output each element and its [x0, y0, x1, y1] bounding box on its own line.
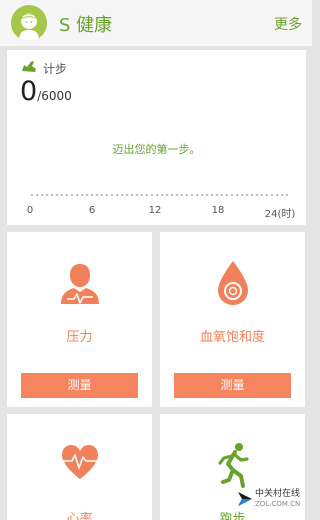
heart-rate-tile[interactable]: 心率	[7, 414, 152, 520]
timeline-tick-label: 12	[148, 205, 162, 216]
steps-message: 迈出您的第一步。	[112, 143, 201, 156]
stress-label: 压力	[66, 330, 93, 345]
timeline-tick-label: 6	[88, 205, 96, 216]
steps-goal: /6000	[37, 89, 72, 103]
steps-label: 计步	[43, 62, 68, 76]
spo2-measure-button[interactable]: 测量	[174, 373, 291, 398]
steps-current-value: 0	[20, 76, 38, 107]
timeline-tick-label: 0	[26, 205, 34, 216]
spo2-tile[interactable]: 血氧饱和度 测量	[160, 232, 305, 407]
shoe-icon	[22, 61, 36, 72]
steps-card[interactable]: 计步 0/6000 迈出您的第一步。 0 6 12 18 24(时)	[7, 50, 306, 225]
heart-rate-label: 心率	[66, 512, 93, 520]
more-menu-button[interactable]: 更多	[274, 14, 302, 34]
timeline-tick-label: 18	[211, 205, 225, 216]
avatar-face-icon	[11, 5, 47, 41]
heart-icon	[61, 445, 98, 479]
app-header: S 健康 更多	[0, 0, 312, 46]
profile-avatar[interactable]	[11, 5, 47, 41]
zol-watermark: 中关村在线 ZOL.COM.CN	[237, 485, 309, 515]
steps-count: 0/6000	[20, 77, 72, 111]
watermark-url: ZOL.COM.CN	[255, 500, 301, 508]
spo2-label: 血氧饱和度	[199, 330, 265, 345]
timeline-tick-label: 24(时)	[264, 209, 296, 220]
stress-tile[interactable]: 压力 测量	[7, 232, 152, 407]
blood-oxygen-drop-icon	[217, 261, 248, 305]
app-title: S 健康	[59, 15, 113, 36]
steps-timeline	[30, 193, 289, 197]
watermark-name: 中关村在线	[255, 489, 301, 499]
runner-icon	[217, 443, 249, 488]
stress-person-icon	[60, 264, 99, 304]
zol-logo-icon	[238, 492, 252, 506]
stress-measure-button[interactable]: 测量	[21, 373, 138, 398]
